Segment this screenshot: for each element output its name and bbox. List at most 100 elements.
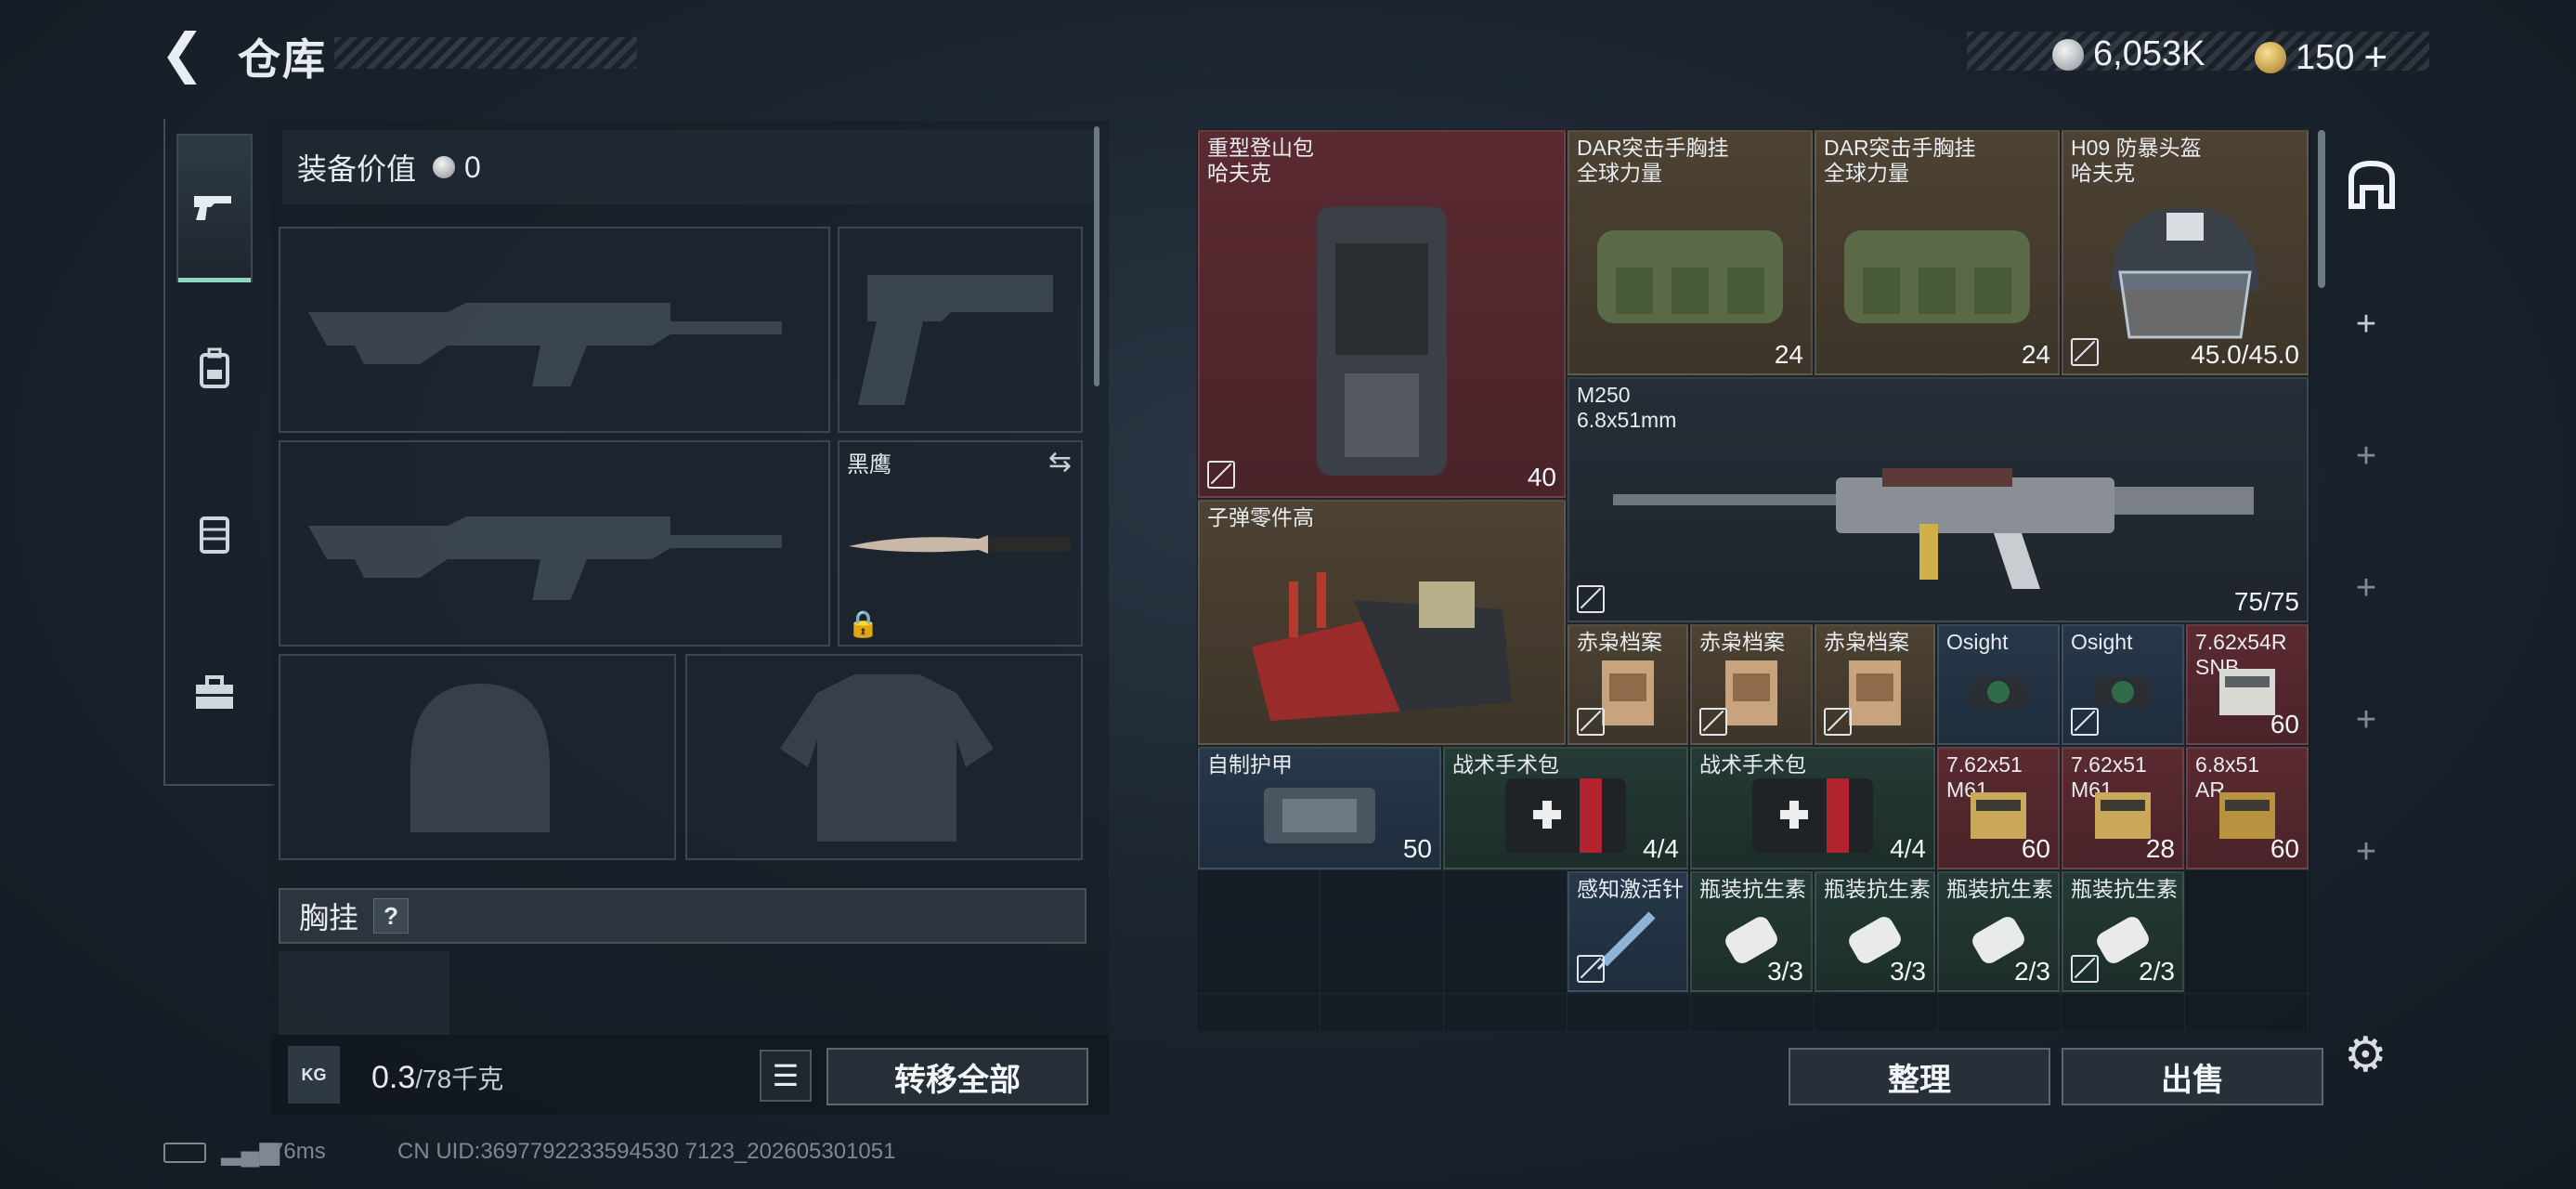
tab-backpack[interactable] bbox=[176, 294, 253, 442]
lock-icon bbox=[1577, 585, 1605, 613]
stash-scrollbar[interactable] bbox=[2318, 130, 2325, 288]
item-helmet[interactable]: H09 防暴头盔 哈夫克 45.0/45.0 bbox=[2062, 130, 2309, 375]
item-name: 赤枭档案 bbox=[1824, 630, 1909, 654]
item-name: 赤枭档案 bbox=[1577, 630, 1662, 654]
weight-current: 0.3 bbox=[371, 1060, 416, 1095]
item-capacity: 40 bbox=[1527, 463, 1556, 491]
item-surgical-kit[interactable]: 战术手术包 4/4 bbox=[1690, 747, 1935, 869]
helmet-slot[interactable] bbox=[279, 654, 676, 860]
item-antibiotic[interactable]: 瓶装抗生素 2/3 bbox=[1937, 871, 2060, 992]
item-name: 子弹零件高 bbox=[1207, 505, 1314, 529]
item-count: 60 bbox=[2270, 710, 2299, 738]
silver-currency: 6,053K bbox=[2052, 34, 2205, 74]
add-stash-icon[interactable]: + bbox=[2348, 437, 2385, 477]
loadout-scrollbar[interactable] bbox=[1094, 126, 1099, 386]
item-name: 赤枭档案 bbox=[1699, 630, 1785, 654]
vest-icon bbox=[200, 516, 229, 554]
equipment-value-row: 装备价值 0 bbox=[282, 130, 1096, 204]
item-antibiotic[interactable]: 瓶装抗生素 3/3 bbox=[1690, 871, 1813, 992]
swap-icon[interactable]: ⇆ bbox=[1048, 446, 1072, 478]
armor-silhouette-icon bbox=[780, 674, 994, 842]
item-ammo-parts[interactable]: 子弹零件高 bbox=[1198, 500, 1566, 745]
item-capacity: 24 bbox=[1774, 340, 1803, 369]
armor-slot[interactable] bbox=[685, 654, 1083, 860]
rifle-silhouette-icon bbox=[308, 516, 782, 600]
lock-icon bbox=[1207, 461, 1235, 489]
stash-page-button[interactable] bbox=[2344, 156, 2400, 212]
item-sight[interactable]: Osight bbox=[2062, 624, 2184, 745]
sort-button[interactable]: 整理 bbox=[1789, 1048, 2050, 1105]
item-uses: 3/3 bbox=[1767, 957, 1803, 986]
item-file[interactable]: 赤枭档案 bbox=[1815, 624, 1935, 745]
tab-weapons[interactable] bbox=[176, 134, 253, 282]
item-name: H09 防暴头盔 哈夫克 bbox=[2071, 136, 2202, 185]
page-title: 仓库 bbox=[238, 35, 327, 84]
add-stash-icon[interactable]: + bbox=[2348, 568, 2385, 608]
toolbox-icon bbox=[196, 675, 233, 709]
tab-toolbox[interactable] bbox=[176, 619, 253, 767]
helmet-art-icon bbox=[2111, 206, 2259, 339]
add-stash-icon[interactable]: + bbox=[2348, 832, 2385, 872]
item-armor[interactable]: 自制护甲 50 bbox=[1198, 747, 1441, 869]
chest-rig-label: 胸挂 bbox=[299, 901, 359, 934]
item-backpack[interactable]: 重型登山包 哈夫克 40 bbox=[1198, 130, 1566, 498]
pistol-slot[interactable] bbox=[838, 227, 1083, 433]
uid-readout: CN UID:3697792233594530 7123_20260530105… bbox=[397, 1139, 896, 1164]
chest-rig-header[interactable]: 胸挂 ? bbox=[279, 888, 1086, 944]
item-antibiotic[interactable]: 瓶装抗生素 3/3 bbox=[1815, 871, 1935, 992]
item-stim[interactable]: 感知激活针 bbox=[1568, 871, 1688, 992]
back-arrow-icon[interactable]: ❮ bbox=[160, 27, 212, 81]
list-view-icon[interactable]: ☰ bbox=[760, 1050, 812, 1102]
item-uses: 3/3 bbox=[1890, 957, 1926, 986]
item-name: 瓶装抗生素 bbox=[1699, 877, 1806, 901]
item-ammo-box[interactable]: 7.62x54R SNB 60 bbox=[2186, 624, 2309, 745]
sell-button[interactable]: 出售 bbox=[2062, 1048, 2323, 1105]
gold-currency[interactable]: 150 + bbox=[2255, 34, 2387, 81]
settings-gear-icon[interactable]: ⚙ bbox=[2344, 1027, 2387, 1083]
item-surgical-kit[interactable]: 战术手术包 4/4 bbox=[1443, 747, 1688, 869]
primary-weapon-slot[interactable] bbox=[279, 227, 830, 433]
item-ammo-box[interactable]: 7.62x51 M61 28 bbox=[2062, 747, 2184, 869]
backpack-icon bbox=[200, 347, 229, 388]
item-file[interactable]: 赤枭档案 bbox=[1690, 624, 1813, 745]
melee-slot[interactable]: 黑鹰 ⇆ 🔒 bbox=[838, 440, 1083, 647]
machine-gun-art-icon bbox=[1613, 467, 2254, 589]
item-machine-gun[interactable]: M250 6.8x51mm 75/75 bbox=[1568, 377, 2309, 622]
lock-icon bbox=[2071, 338, 2099, 366]
item-name: DAR突击手胸挂 全球力量 bbox=[1577, 136, 1729, 185]
battery-icon bbox=[163, 1143, 206, 1163]
add-gold-icon[interactable]: + bbox=[2363, 34, 2387, 81]
item-chest-rig[interactable]: DAR突击手胸挂 全球力量 24 bbox=[1568, 130, 1813, 375]
item-uses: 4/4 bbox=[1643, 834, 1679, 863]
helmet-silhouette-icon bbox=[410, 684, 550, 832]
transfer-all-button[interactable]: 转移全部 bbox=[826, 1048, 1088, 1105]
silver-amount: 6,053K bbox=[2093, 34, 2205, 73]
weight-icon: KG bbox=[288, 1046, 340, 1104]
item-uses: 2/3 bbox=[2014, 957, 2050, 986]
gold-coin-icon bbox=[2255, 42, 2286, 73]
tab-vest[interactable] bbox=[176, 459, 253, 608]
add-stash-icon[interactable]: + bbox=[2348, 305, 2385, 345]
item-ammo-box[interactable]: 6.8x51 AR 60 bbox=[2186, 747, 2309, 869]
item-count: 60 bbox=[2021, 834, 2050, 863]
item-count: 60 bbox=[2270, 834, 2299, 863]
item-name: 重型登山包 哈夫克 bbox=[1207, 136, 1314, 185]
item-ammo-box[interactable]: 7.62x51 M61 60 bbox=[1937, 747, 2060, 869]
chest-rig-art-icon bbox=[1844, 229, 2030, 323]
item-sight[interactable]: Osight bbox=[1937, 624, 2060, 745]
first-aid-kit-icon bbox=[1752, 777, 1873, 853]
chest-rig-slot[interactable] bbox=[279, 951, 449, 1035]
item-ammo: 75/75 bbox=[2233, 587, 2299, 616]
lock-icon bbox=[1824, 708, 1852, 736]
secondary-weapon-slot[interactable] bbox=[279, 440, 830, 647]
add-stash-icon[interactable]: + bbox=[2348, 700, 2385, 740]
help-icon[interactable]: ? bbox=[373, 898, 410, 934]
item-name: 自制护甲 bbox=[1207, 752, 1293, 777]
silver-coin-icon bbox=[2052, 38, 2084, 71]
rifle-silhouette-icon bbox=[308, 303, 782, 386]
item-antibiotic[interactable]: 瓶装抗生素 2/3 bbox=[2062, 871, 2184, 992]
weight-capacity: /78千克 bbox=[415, 1065, 504, 1093]
knife-icon bbox=[849, 535, 1072, 554]
item-file[interactable]: 赤枭档案 bbox=[1568, 624, 1688, 745]
item-chest-rig[interactable]: DAR突击手胸挂 全球力量 24 bbox=[1815, 130, 2060, 375]
